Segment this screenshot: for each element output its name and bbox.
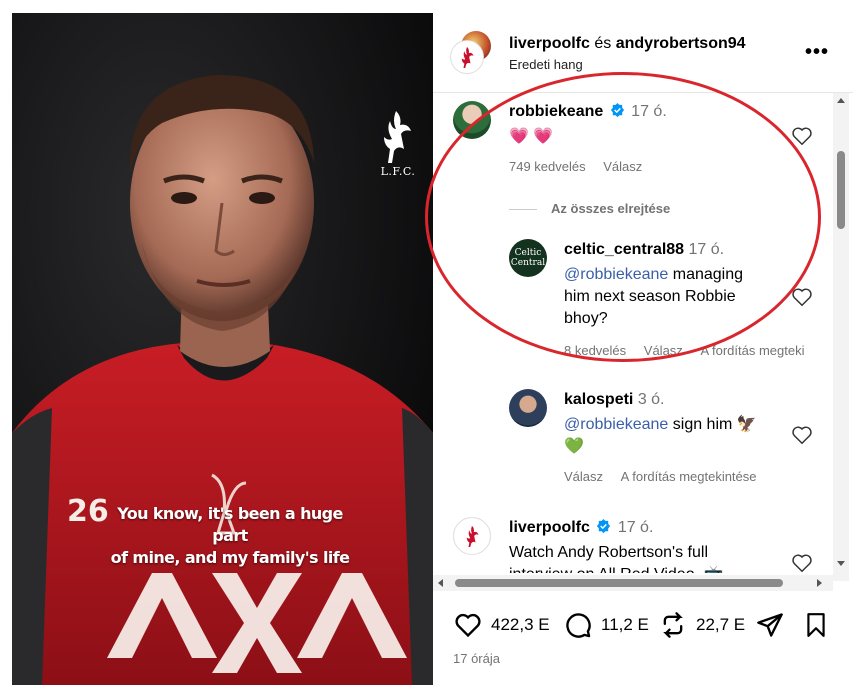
liverpoolfc-avatar[interactable] xyxy=(451,41,483,73)
post-header: liverpoolfc és andyrobertson94 Eredeti h… xyxy=(433,13,853,93)
kalospeti-avatar[interactable] xyxy=(509,389,547,427)
save-action[interactable] xyxy=(803,611,837,639)
comment-username[interactable]: robbiekeane xyxy=(509,103,603,120)
liverbird-icon xyxy=(461,46,474,68)
comment-meta: 749 kedvelés Válasz xyxy=(509,159,642,174)
replies-divider xyxy=(509,209,537,210)
comment-meta: Válasz A fordítás megtekintése xyxy=(564,469,757,484)
see-translation-button[interactable]: A fordítás megtekintése xyxy=(621,469,757,484)
reply-button[interactable]: Válasz xyxy=(564,469,603,484)
author-link-andyrobertson94[interactable]: andyrobertson94 xyxy=(616,35,746,52)
comment-time: 17 ó. xyxy=(631,103,667,120)
comment-text-part: Watch Andy Robertson's full xyxy=(509,544,708,561)
comment-text-part: 💚 xyxy=(564,438,584,455)
like-action[interactable]: 422,3 E xyxy=(453,611,550,639)
like-count[interactable]: 422,3 E xyxy=(491,615,550,635)
comment-text-part: interview on All Red Video. 📺 xyxy=(509,564,779,573)
verified-badge-icon xyxy=(610,103,624,118)
video-player[interactable]: 26 L.F.C. You know, it's been a huge par… xyxy=(12,13,433,685)
hide-replies-button[interactable]: Az összes elrejtése xyxy=(551,201,670,216)
see-translation-button[interactable]: A fordítás megteki xyxy=(700,343,804,358)
reply-button[interactable]: Válasz xyxy=(603,159,642,174)
comment-text-part: sign him 🦅 xyxy=(668,416,757,433)
like-heart-icon[interactable] xyxy=(791,424,813,446)
comment-meta: 8 kedvelés Válasz A fordítás megteki xyxy=(564,343,805,358)
comment-header: kalospeti 3 ó. xyxy=(564,391,665,409)
comment-text: Watch Andy Robertson's full interview on… xyxy=(509,542,779,573)
heart-icon[interactable] xyxy=(453,611,483,639)
comments-list[interactable]: robbiekeane 17 ó. 💗 💗 749 kedvelés Válas… xyxy=(433,93,853,573)
like-count[interactable]: 8 kedvelés xyxy=(564,343,626,358)
mention-link[interactable]: @robbiekeane xyxy=(564,416,668,433)
video-frame-illustration: 26 xyxy=(12,13,433,685)
bookmark-icon[interactable] xyxy=(803,611,829,639)
like-heart-icon[interactable] xyxy=(791,286,813,308)
horizontal-scrollbar[interactable] xyxy=(433,575,833,591)
repost-icon[interactable] xyxy=(658,611,688,639)
like-heart-icon[interactable] xyxy=(791,125,813,147)
comment-username[interactable]: kalospeti xyxy=(564,391,633,408)
comment-header: liverpoolfc 17 ó. xyxy=(509,519,653,537)
original-audio-link[interactable]: Eredeti hang xyxy=(509,57,583,72)
comment-text: @robbiekeane managing him next season Ro… xyxy=(564,264,784,330)
comment-text-part: managing xyxy=(668,266,744,283)
comment-username[interactable]: liverpoolfc xyxy=(509,519,590,536)
comment-time: 3 ó. xyxy=(637,391,665,408)
collab-avatars[interactable] xyxy=(451,31,495,75)
comment-username[interactable]: celtic_central88 xyxy=(564,241,684,258)
author-link-liverpoolfc[interactable]: liverpoolfc xyxy=(509,35,590,52)
repost-count[interactable]: 22,7 E xyxy=(696,615,745,635)
comment-header: celtic_central88 17 ó. xyxy=(564,241,724,259)
like-heart-icon[interactable] xyxy=(791,552,813,573)
repost-action[interactable]: 22,7 E xyxy=(658,611,745,639)
send-icon[interactable] xyxy=(755,611,785,639)
post-actions: 422,3 E 11,2 E 22,7 E xyxy=(433,603,853,643)
instagram-post-viewer: 26 L.F.C. You know, it's been a huge par… xyxy=(0,0,856,685)
verified-badge-icon xyxy=(597,519,611,534)
comment-time: 17 ó. xyxy=(688,241,725,258)
subtitle-line-2: of mine, and my family's life xyxy=(110,548,350,567)
scrollbar-thumb[interactable] xyxy=(837,151,845,229)
robbiekeane-avatar[interactable] xyxy=(453,101,491,139)
more-horizontal-icon[interactable]: ••• xyxy=(805,41,829,64)
lfc-logo-text: L.F.C. xyxy=(380,165,416,178)
vertical-scrollbar[interactable] xyxy=(833,93,849,581)
celtic-central-avatar[interactable]: Celtic Central xyxy=(509,239,547,277)
post-side-panel: liverpoolfc és andyrobertson94 Eredeti h… xyxy=(433,13,853,685)
video-subtitle: You know, it's been a huge part of mine,… xyxy=(100,503,360,569)
comment-header: robbiekeane 17 ó. xyxy=(509,103,667,121)
comment-text-part: him next season Robbie xyxy=(564,288,736,305)
subtitle-line-1: You know, it's been a huge part xyxy=(117,504,343,545)
avatar-text-line1: Celtic xyxy=(514,248,542,258)
liverbird-icon xyxy=(466,525,479,547)
comment-action[interactable]: 11,2 E xyxy=(563,611,649,639)
avatar-text-line2: Central xyxy=(510,258,546,268)
comment-text: @robbiekeane sign him 🦅 💚 xyxy=(564,414,784,458)
comment-text-part: bhoy? xyxy=(564,310,608,327)
post-authors: liverpoolfc és andyrobertson94 xyxy=(509,35,746,53)
comment-time: 17 ó. xyxy=(617,519,654,536)
reply-button[interactable]: Válasz xyxy=(644,343,683,358)
hscrollbar-thumb[interactable] xyxy=(455,579,783,587)
share-action[interactable] xyxy=(755,611,793,639)
comment-bubble-icon[interactable] xyxy=(563,611,593,639)
like-count[interactable]: 749 kedvelés xyxy=(509,159,586,174)
authors-connector: és xyxy=(594,35,612,52)
comment-text: 💗 💗 xyxy=(509,128,554,145)
comment-count[interactable]: 11,2 E xyxy=(601,615,649,635)
liverpoolfc-avatar[interactable] xyxy=(453,517,491,555)
post-timestamp[interactable]: 17 órája xyxy=(453,651,500,666)
mention-link[interactable]: @robbiekeane xyxy=(564,266,668,283)
